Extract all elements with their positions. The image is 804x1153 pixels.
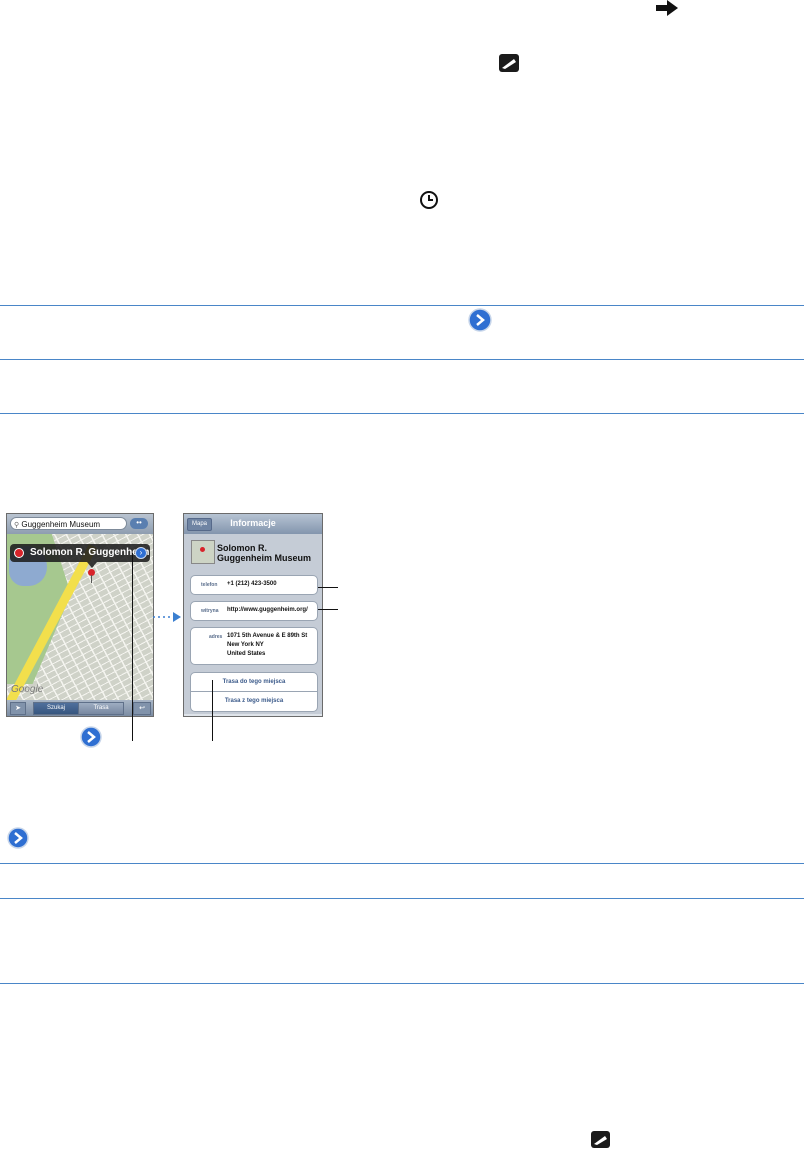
- divider-3: [0, 413, 804, 414]
- bookmark-icon: [591, 1131, 610, 1148]
- nav-title: Informacje: [230, 518, 276, 528]
- phone-row[interactable]: telefon +1 (212) 423-3500: [190, 575, 318, 595]
- directions-group: Trasa do tego miejsca Trasa z tego miejs…: [190, 672, 318, 712]
- leader-line-disclosure: [132, 553, 133, 741]
- search-tab[interactable]: Szukaj: [33, 702, 79, 715]
- directions-divider: [191, 691, 317, 692]
- place-name: Solomon R. Guggenheim Museum: [217, 543, 311, 563]
- search-icon: ⚲: [14, 522, 20, 529]
- transition-arrow: [152, 610, 182, 622]
- divider-1: [0, 305, 804, 306]
- place-name-line1: Solomon R.: [217, 543, 267, 553]
- disclosure-button-icon: [7, 827, 29, 849]
- leader-line-directions: [212, 680, 213, 741]
- page-curl-icon[interactable]: ↩: [133, 702, 151, 715]
- phone-value: +1 (212) 423-3500: [227, 581, 277, 587]
- address-line2: New York NY: [227, 642, 264, 648]
- disclosure-button-icon: [468, 308, 492, 332]
- info-screenshot: Mapa Informacje Solomon R. Guggenheim Mu…: [183, 513, 323, 717]
- divider-6: [0, 983, 804, 984]
- search-input[interactable]: ⚲ Guggenheim Museum: [10, 517, 127, 530]
- bookmark-icon: [499, 54, 519, 72]
- location-thumbnail: [191, 540, 215, 564]
- google-watermark: Google: [11, 684, 44, 695]
- nav-bar: Mapa Informacje: [184, 514, 322, 534]
- website-value: http://www.guggenheim.org/: [227, 607, 308, 613]
- leader-line-phone: [318, 587, 338, 588]
- address-label: adres: [209, 634, 223, 640]
- divider-2: [0, 359, 804, 360]
- callout-pointer: [87, 562, 97, 568]
- divider-4: [0, 863, 804, 864]
- directions-from-here[interactable]: Trasa z tego miejsca: [191, 698, 317, 704]
- clock-icon: [419, 190, 439, 210]
- address-line3: United States: [227, 651, 266, 657]
- disclosure-button[interactable]: ›: [135, 547, 147, 559]
- divider-5: [0, 898, 804, 899]
- map-pin-stem: [91, 575, 92, 583]
- leader-line-website: [318, 609, 338, 610]
- search-value: Guggenheim Museum: [21, 520, 101, 529]
- address-row[interactable]: adres 1071 5th Avenue & E 89th St New Yo…: [190, 627, 318, 665]
- website-label: witryna: [201, 608, 219, 614]
- search-bar: ⚲ Guggenheim Museum ••: [7, 514, 153, 534]
- website-row[interactable]: witryna http://www.guggenheim.org/: [190, 601, 318, 621]
- right-arrow-icon: [655, 0, 679, 16]
- person-icon: [14, 548, 24, 558]
- bookmarks-button[interactable]: ••: [130, 518, 148, 529]
- location-callout[interactable]: Solomon R. Guggenheim Museum ›: [10, 544, 153, 562]
- directions-to-here[interactable]: Trasa do tego miejsca: [191, 679, 317, 685]
- place-name-line2: Guggenheim Museum: [217, 553, 312, 563]
- locate-icon[interactable]: ➤: [10, 702, 26, 715]
- phone-label: telefon: [201, 582, 218, 588]
- address-line1: 1071 5th Avenue & E 89th St: [227, 633, 308, 639]
- directions-tab[interactable]: Trasa: [78, 702, 124, 715]
- disclosure-button-icon: [80, 726, 102, 748]
